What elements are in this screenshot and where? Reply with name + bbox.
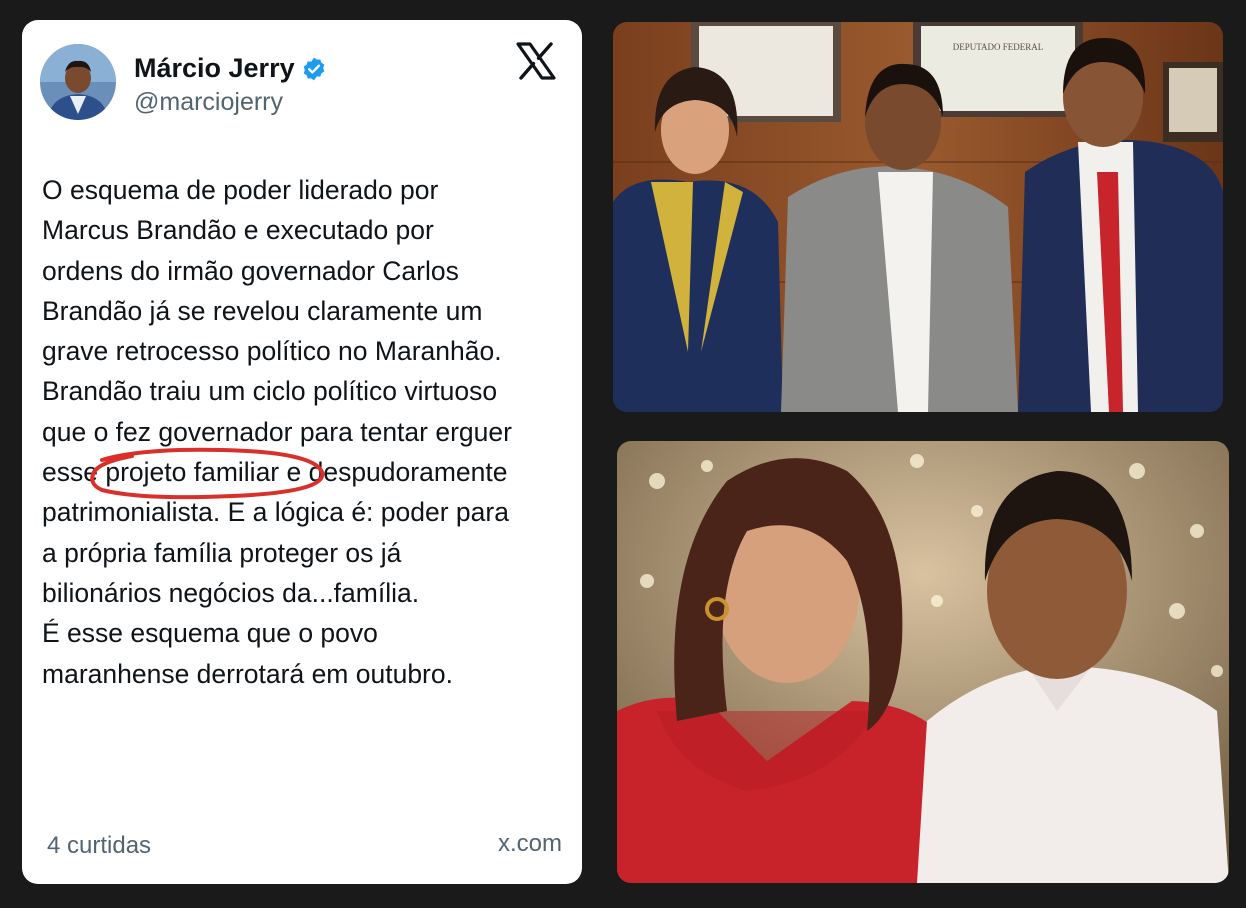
tweet-line: ordens do irmão governador Carlos <box>42 255 459 286</box>
author-name-text[interactable]: Márcio Jerry <box>134 53 295 84</box>
tweet-line: Marcus Brandão e executado por <box>42 215 434 246</box>
photo-couple <box>617 441 1229 883</box>
author-avatar[interactable] <box>40 44 116 120</box>
author-name[interactable]: Márcio Jerry <box>134 53 327 84</box>
tweet-line: É esse esquema que o povo <box>42 618 378 649</box>
tweet-line: maranhense derrotará em outubro. <box>42 658 453 689</box>
collage: Márcio Jerry @marciojerry O esquema de p… <box>0 0 1246 908</box>
certificate-plaque-text: DEPUTADO FEDERAL <box>953 42 1044 52</box>
author-handle[interactable]: @marciojerry <box>134 88 283 117</box>
tweet-text: O esquema de poder liderado por Marcus B… <box>42 170 572 694</box>
tweet-line: Brandão já se revelou claramente um <box>42 295 483 326</box>
tweet-line: a própria família proteger os já <box>42 537 402 568</box>
tweet-line: patrimonialista. E a lógica é: poder par… <box>42 497 509 528</box>
tweet-card[interactable]: Márcio Jerry @marciojerry O esquema de p… <box>22 20 582 884</box>
tweet-line: esse projeto familiar e despudoramente <box>42 457 508 488</box>
x-logo-icon[interactable] <box>516 42 556 80</box>
likes-count[interactable]: 4 curtidas <box>47 832 151 860</box>
tweet-line: O esquema de poder liderado por <box>42 175 439 205</box>
tweet-line: bilionários negócios da...família. <box>42 577 420 608</box>
tweet-line: Brandão traiu um ciclo político virtuoso <box>42 376 498 407</box>
source-domain: x.com <box>497 830 562 857</box>
tweet-line: que o fez governador para tentar erguer <box>42 416 512 447</box>
tweet-line: grave retrocesso político no Maranhão. <box>42 336 502 367</box>
photo-office-group: DEPUTADO FEDERAL <box>613 22 1223 412</box>
verified-badge-icon <box>301 56 327 82</box>
